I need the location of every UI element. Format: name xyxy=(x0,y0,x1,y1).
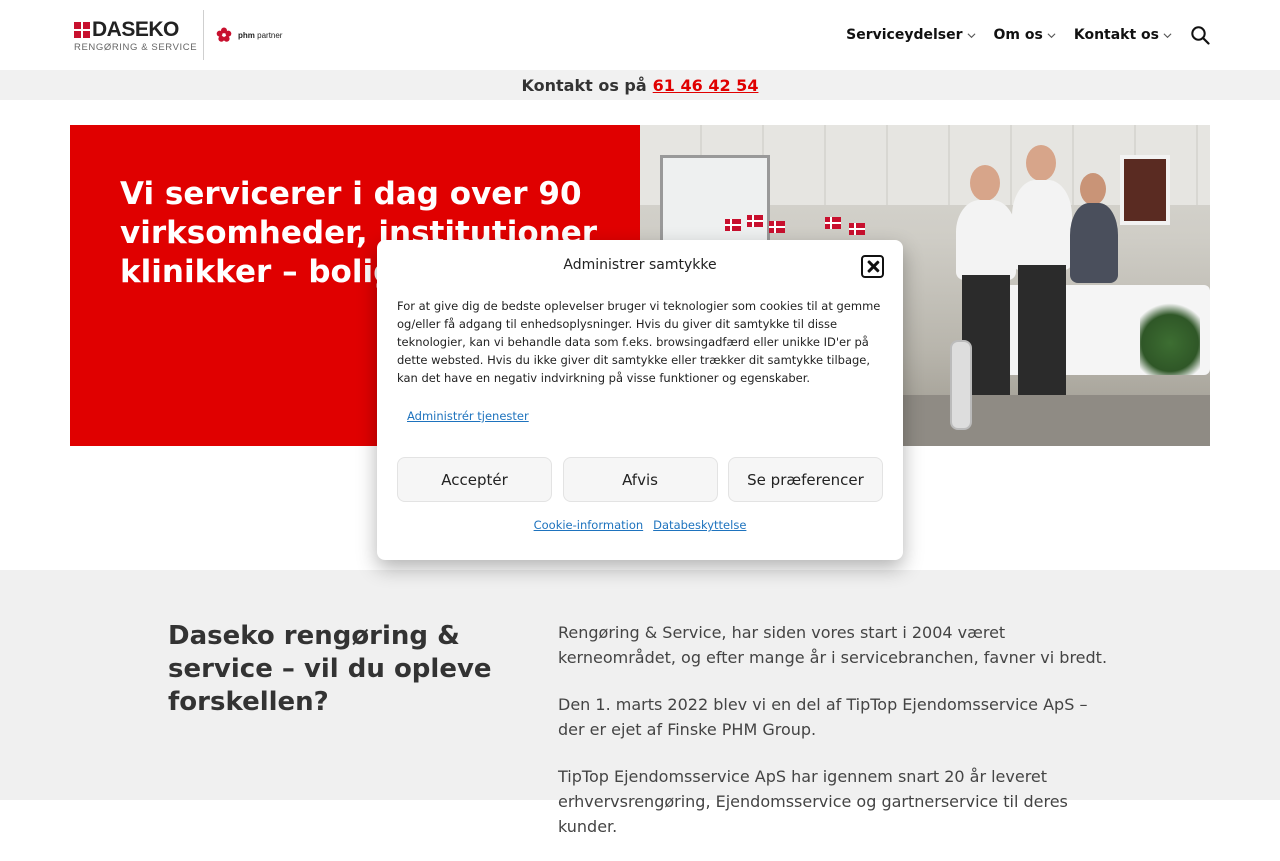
site-header: DASEKO RENGØRING & SERVICE phm partner S… xyxy=(0,0,1280,70)
info-paragraph: TipTop Ejendomsservice ApS har igennem s… xyxy=(558,767,1068,836)
contact-bar: Kontakt os på 61 46 42 54 xyxy=(0,70,1280,100)
nav-item-om-os[interactable]: Om os xyxy=(994,27,1056,43)
logo-word: DASEKO xyxy=(92,17,179,41)
close-icon[interactable] xyxy=(861,255,884,278)
phm-partner-logo: phm partner xyxy=(216,27,282,43)
photo-painting xyxy=(1120,155,1170,225)
chevron-down-icon xyxy=(1047,32,1056,38)
info-section: Daseko rengøring & service – vil du ople… xyxy=(0,570,1280,836)
info-title: Daseko rengøring & service – vil du ople… xyxy=(168,621,492,717)
chevron-down-icon xyxy=(1163,32,1172,38)
photo-plant xyxy=(1140,295,1200,375)
cookie-consent-modal: Administrer samtykke For at give dig de … xyxy=(377,240,903,560)
info-paragraph: Rengøring & Service, har siden vores sta… xyxy=(558,623,1108,667)
preferences-button[interactable]: Se præferencer xyxy=(728,457,883,502)
nav-item-label: Serviceydelser xyxy=(846,27,963,43)
modal-buttons: Acceptér Afvis Se præferencer xyxy=(397,457,883,502)
nav-item-serviceydelser[interactable]: Serviceydelser xyxy=(846,27,975,43)
logo-subtitle: RENGØRING & SERVICE xyxy=(74,41,198,53)
manage-services-link[interactable]: Administrér tjenester xyxy=(407,409,529,423)
logo-divider xyxy=(203,10,204,60)
nav-item-label: Om os xyxy=(993,27,1043,43)
photo-vacuum xyxy=(950,340,972,430)
info-paragraph: Den 1. marts 2022 blev vi en del af TipT… xyxy=(558,695,1088,739)
nav-item-label: Kontakt os xyxy=(1073,27,1159,43)
logo-square-icon xyxy=(74,21,90,38)
modal-title: Administrer samtykke xyxy=(563,257,717,273)
modal-body-text: For at give dig de bedste oplevelser bru… xyxy=(397,299,881,385)
deny-button[interactable]: Afvis xyxy=(562,457,718,502)
cookie-info-link[interactable]: Cookie-information xyxy=(534,518,644,532)
nav-item-kontakt-os[interactable]: Kontakt os xyxy=(1074,27,1172,43)
info-text: Rengøring & Service, har siden vores sta… xyxy=(558,620,1118,861)
privacy-link[interactable]: Databeskyttelse xyxy=(653,518,746,532)
modal-footer-links: Cookie-information Databeskyttelse xyxy=(377,518,903,532)
main-nav: Serviceydelser Om os Kontakt os xyxy=(846,22,1210,48)
accept-button[interactable]: Acceptér xyxy=(397,457,552,502)
daseko-logo: DASEKO RENGØRING & SERVICE xyxy=(74,17,198,53)
phone-link[interactable]: 61 46 42 54 xyxy=(653,76,759,95)
phm-partner-text: phm partner xyxy=(238,30,283,40)
photo-flags xyxy=(725,213,875,237)
contact-bar-text: Kontakt os på xyxy=(521,75,647,95)
site-logo[interactable]: DASEKO RENGØRING & SERVICE phm partner xyxy=(74,10,282,60)
chevron-down-icon xyxy=(967,32,975,38)
flower-icon xyxy=(216,27,232,42)
search-icon[interactable] xyxy=(1190,25,1210,45)
